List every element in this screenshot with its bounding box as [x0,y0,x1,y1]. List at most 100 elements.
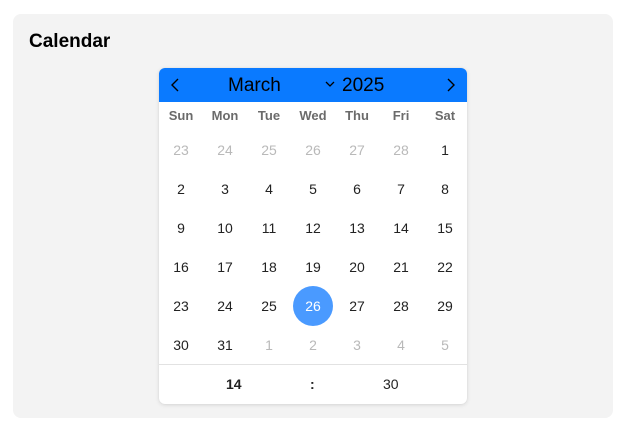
day-number: 20 [349,258,365,275]
day-number: 3 [221,180,229,197]
day-cell[interactable]: 6 [335,169,379,208]
day-cell[interactable]: 24 [203,130,247,169]
weekday-label: Tue [257,108,281,123]
day-number: 14 [393,219,409,236]
day-cell[interactable]: 3 [203,169,247,208]
day-cell[interactable]: 3 [335,325,379,364]
time-separator: : [310,376,315,392]
month-select[interactable]: March [217,72,337,98]
day-number: 5 [309,180,317,197]
day-cell[interactable]: 13 [335,208,379,247]
day-number: 29 [437,297,453,314]
minute-input[interactable]: 30 [383,376,399,392]
month-label: March [228,75,281,96]
day-number: 9 [177,219,185,236]
calendar-widget: March 2025 Sun Mon Tue Wed Thu Fri Sat 23 24 25 2… [159,68,467,404]
day-cell[interactable]: 15 [423,208,467,247]
day-number: 19 [305,258,321,275]
day-number: 15 [437,219,453,236]
day-cell[interactable]: 31 [203,325,247,364]
day-number: 23 [173,297,189,314]
day-cell[interactable]: 23 [159,130,203,169]
day-number: 23 [173,141,189,158]
day-number: 13 [349,219,365,236]
day-cell[interactable]: 25 [247,130,291,169]
day-number: 27 [349,141,365,158]
day-number: 4 [265,180,273,197]
day-number: 30 [173,336,189,353]
day-number: 28 [393,141,409,158]
day-cell[interactable]: 25 [247,286,291,325]
day-number: 28 [393,297,409,314]
day-cell[interactable]: 24 [203,286,247,325]
day-cell[interactable]: 30 [159,325,203,364]
hour-input[interactable]: 14 [226,376,242,392]
day-cell[interactable]: 8 [423,169,467,208]
day-cell[interactable]: 1 [423,130,467,169]
day-number: 6 [353,180,361,197]
day-number: 4 [397,336,405,353]
weekday-label: Wed [299,108,327,123]
calendar-panel: Calendar March 2025 SunMonTueWedThu [13,14,613,418]
next-month-button[interactable] [439,74,461,96]
weekday-label: Sat [434,108,456,123]
day-cell[interactable]: 17 [203,247,247,286]
year-input[interactable]: 2025 [342,76,384,96]
day-cell[interactable]: 5 [423,325,467,364]
day-cell[interactable]: 4 [247,169,291,208]
day-cell[interactable]: 16 [159,247,203,286]
panel-title: Calendar [29,31,111,52]
day-cell[interactable]: 29 [423,286,467,325]
day-number: 1 [441,141,449,158]
day-number: 24 [217,297,233,314]
day-cell[interactable]: 9 [159,208,203,247]
weekday-label: Thu [345,108,369,123]
weekday-label: Fri [392,108,410,123]
day-cell[interactable]: 11 [247,208,291,247]
day-number: 26 [305,141,321,158]
day-cell[interactable]: 28 [379,130,423,169]
day-cell[interactable]: 22 [423,247,467,286]
day-number: 8 [441,180,449,197]
day-cell[interactable]: 18 [247,247,291,286]
day-grid: 23 24 25 26 27 28 1 2 3 4 5 6 7 8 9 10 11 12 13 14 15 16 17 18 1… [159,130,467,364]
day-number: 7 [397,180,405,197]
day-cell[interactable]: 28 [379,286,423,325]
day-cell[interactable]: 20 [335,247,379,286]
day-cell[interactable]: 14 [379,208,423,247]
time-picker: 14 : 30 [159,364,467,404]
calendar-header: March 2025 [159,68,467,102]
day-number: 16 [173,258,189,275]
day-number: 25 [261,297,277,314]
weekday-label: Sun [168,108,194,123]
day-number: 3 [353,336,361,353]
chevron-left-icon [171,78,179,92]
day-cell[interactable]: 4 [379,325,423,364]
day-number: 5 [441,336,449,353]
day-number: 27 [349,297,365,314]
day-cell[interactable]: 10 [203,208,247,247]
day-cell[interactable]: 26 [291,130,335,169]
day-number: 26 [293,285,333,326]
day-cell[interactable]: 21 [379,247,423,286]
day-number: 25 [261,141,277,158]
day-cell-selected[interactable]: 26 [291,285,335,326]
day-cell[interactable]: 7 [379,169,423,208]
day-cell[interactable]: 27 [335,130,379,169]
day-number: 31 [217,336,233,353]
day-cell[interactable]: 23 [159,286,203,325]
day-cell[interactable]: 19 [291,247,335,286]
day-number: 24 [217,141,233,158]
day-cell[interactable]: 2 [291,325,335,364]
day-cell[interactable]: 5 [291,169,335,208]
day-cell[interactable]: 12 [291,208,335,247]
day-number: 12 [305,219,321,236]
day-number: 2 [309,336,317,353]
day-number: 2 [177,180,185,197]
prev-month-button[interactable] [165,74,187,96]
day-cell[interactable]: 27 [335,286,379,325]
day-cell[interactable]: 1 [247,325,291,364]
weekday-label: Mon [211,108,239,123]
day-cell[interactable]: 2 [159,169,203,208]
day-number: 21 [393,258,409,275]
